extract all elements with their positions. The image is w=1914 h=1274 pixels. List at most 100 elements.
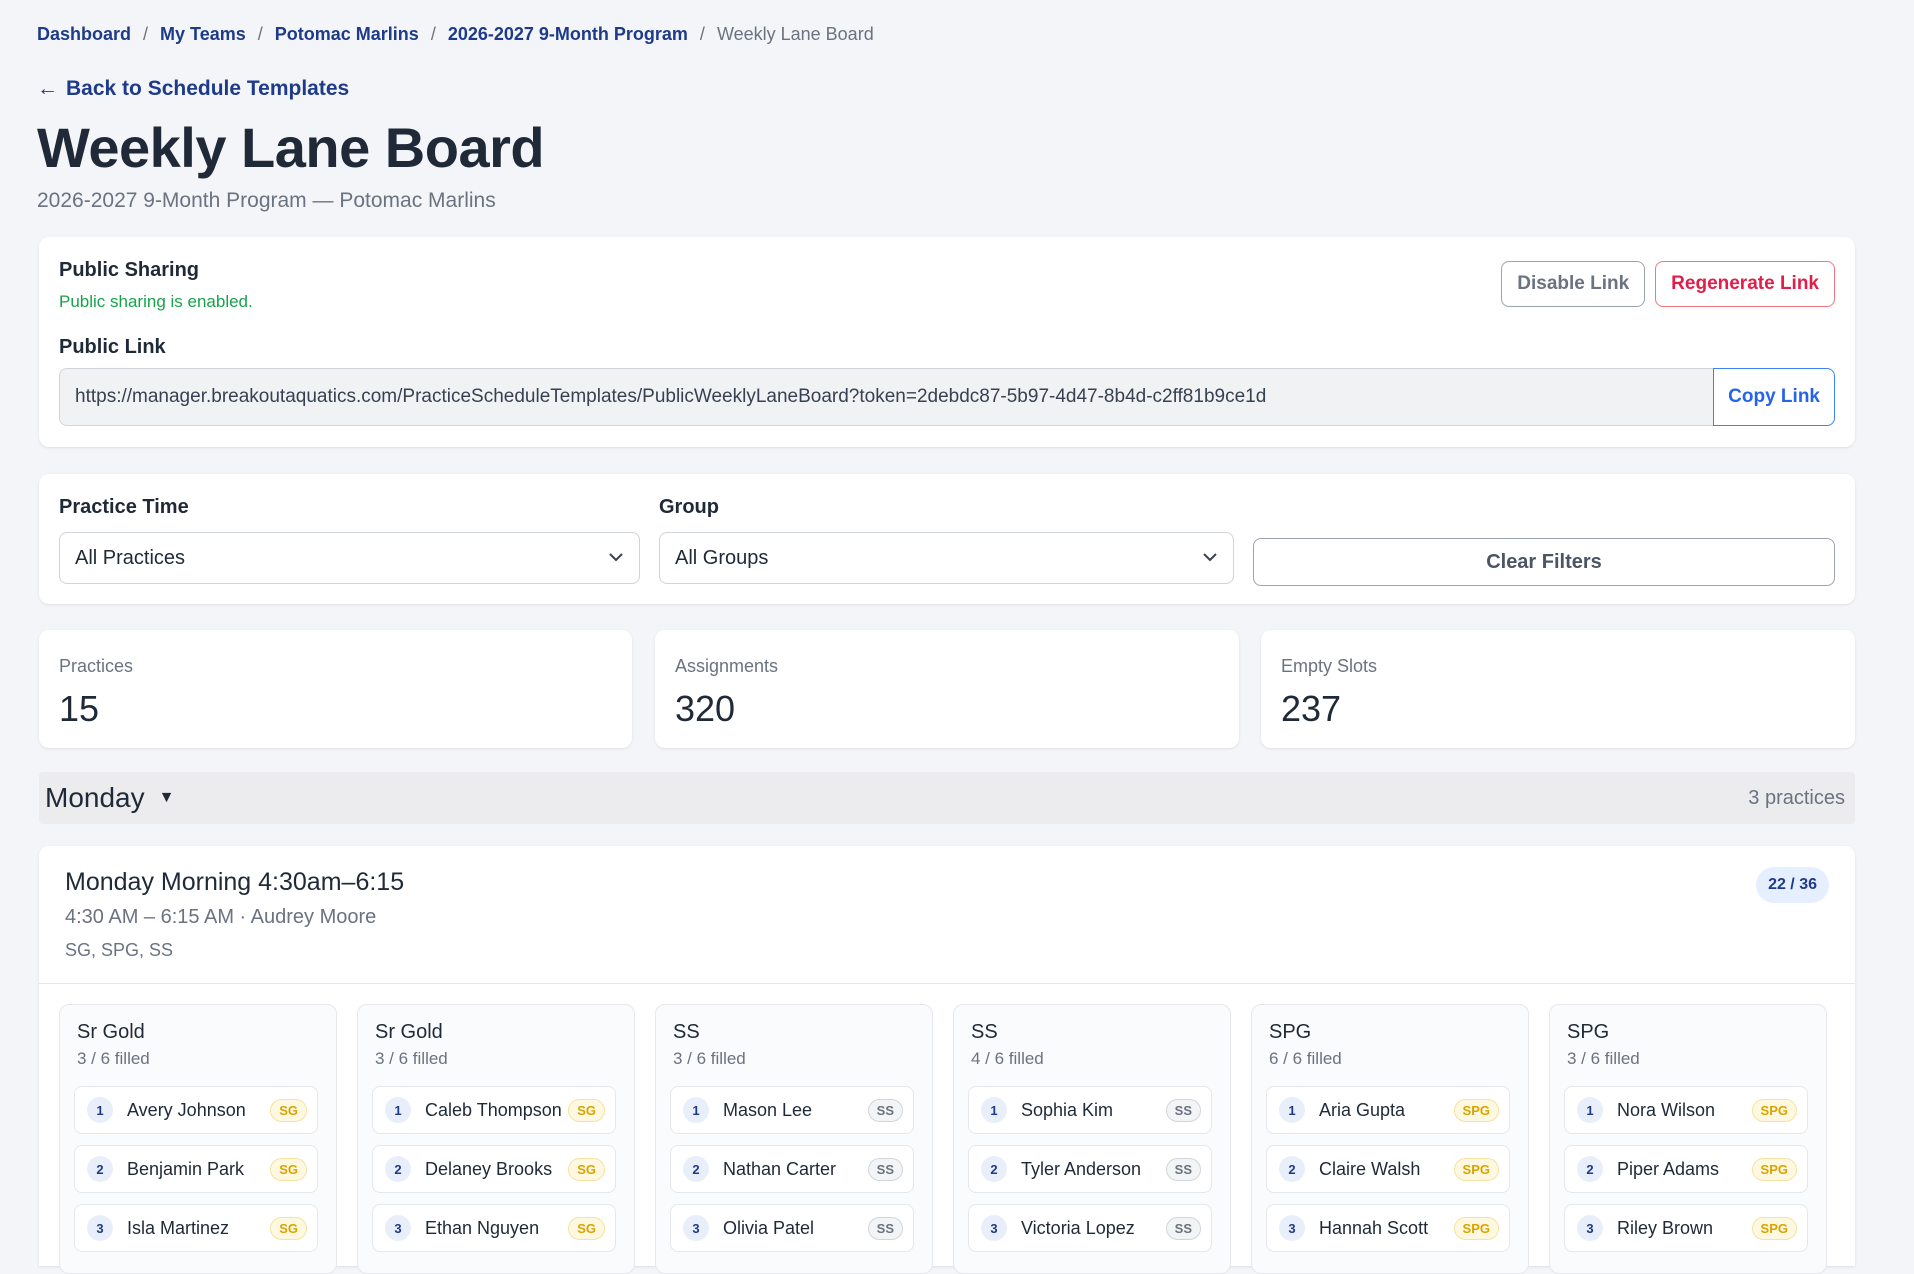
breadcrumb-program[interactable]: 2026-2027 9-Month Program xyxy=(448,24,688,45)
lane-name: Sr Gold xyxy=(375,1021,443,1043)
swimmer-position: 2 xyxy=(385,1156,411,1182)
swimmer-name: Avery Johnson xyxy=(127,1099,246,1120)
copy-link-button[interactable]: Copy Link xyxy=(1713,368,1835,426)
lanes-row: Sr Gold 3 / 6 filled 1 Avery Johnson SG 2 Benj… xyxy=(59,1004,1827,1274)
swimmer-row[interactable]: 1 Sophia Kim SS xyxy=(968,1086,1212,1134)
stat-card-empty-slots: Empty Slots 237 xyxy=(1261,630,1855,748)
swimmer-position: 2 xyxy=(1279,1156,1305,1182)
group-badge: SS xyxy=(867,1098,903,1122)
practice-time-value: All Practices xyxy=(75,546,186,569)
swimmer-name: Sophia Kim xyxy=(1021,1099,1114,1120)
swimmer-row[interactable]: 1 Caleb Thompson SG xyxy=(372,1086,616,1134)
swimmer-row[interactable]: 2 Claire Walsh SPG xyxy=(1266,1145,1510,1193)
swimmer-row[interactable]: 1 Mason Lee SS xyxy=(670,1086,914,1134)
divider xyxy=(39,983,1855,984)
swimmer-name: Claire Walsh xyxy=(1319,1158,1421,1179)
swimmer-name: Isla Martinez xyxy=(127,1217,230,1238)
day-toggle[interactable]: Monday ▼ xyxy=(45,782,174,814)
swimmer-row[interactable]: 3 Olivia Patel SS xyxy=(670,1204,914,1252)
back-to-schedule-templates-link[interactable]: ← Back to Schedule Templates xyxy=(37,77,349,101)
swimmer-row[interactable]: 1 Aria Gupta SPG xyxy=(1266,1086,1510,1134)
stat-value: 237 xyxy=(1281,688,1342,729)
swimmer-name: Nathan Carter xyxy=(723,1158,837,1179)
group-badge: SPG xyxy=(1751,1157,1797,1181)
regenerate-link-button[interactable]: Regenerate Link xyxy=(1655,261,1835,307)
group-badge: SS xyxy=(1165,1157,1201,1181)
group-badge: SS xyxy=(1165,1216,1201,1240)
page-subtitle: 2026-2027 9-Month Program — Potomac Marl… xyxy=(37,189,496,212)
swimmer-row[interactable]: 3 Hannah Scott SPG xyxy=(1266,1204,1510,1252)
lane-card: Sr Gold 3 / 6 filled 1 Caleb Thompson SG 2 Del… xyxy=(357,1004,635,1274)
swimmer-list: 1 Mason Lee SS 2 Nathan Carter SS 3 Olivia Pate… xyxy=(670,1086,914,1263)
lane-name: Sr Gold xyxy=(77,1021,145,1043)
lane-card: SPG 3 / 6 filled 1 Nora Wilson SPG 2 Piper Ada… xyxy=(1549,1004,1827,1274)
swimmer-row[interactable]: 2 Nathan Carter SS xyxy=(670,1145,914,1193)
clear-filters-button[interactable]: Clear Filters xyxy=(1253,538,1835,586)
group-badge: SPG xyxy=(1453,1216,1499,1240)
swimmer-name: Piper Adams xyxy=(1617,1158,1720,1179)
public-sharing-card: Public Sharing Public sharing is enabled… xyxy=(39,237,1855,447)
back-link-label: Back to Schedule Templates xyxy=(66,77,350,100)
practice-fill-badge: 22 / 36 xyxy=(1756,867,1829,903)
public-link-input[interactable] xyxy=(59,368,1714,426)
lane-filled-count: 3 / 6 filled xyxy=(375,1049,448,1068)
practice-time-label: Practice Time xyxy=(59,496,189,518)
public-link-label: Public Link xyxy=(59,336,166,358)
swimmer-row[interactable]: 1 Nora Wilson SPG xyxy=(1564,1086,1808,1134)
breadcrumb-separator: / xyxy=(257,24,263,44)
group-badge: SG xyxy=(270,1157,307,1181)
chevron-down-icon xyxy=(1202,549,1218,567)
page-title: Weekly Lane Board xyxy=(37,116,545,179)
swimmer-list: 1 Aria Gupta SPG 2 Claire Walsh SPG 3 Hannah Sc… xyxy=(1266,1086,1510,1263)
swimmer-position: 2 xyxy=(1577,1156,1603,1182)
swimmer-row[interactable]: 3 Victoria Lopez SS xyxy=(968,1204,1212,1252)
swimmer-name: Tyler Anderson xyxy=(1021,1158,1142,1179)
swimmer-row[interactable]: 2 Tyler Anderson SS xyxy=(968,1145,1212,1193)
swimmer-position: 2 xyxy=(87,1156,113,1182)
swimmer-name: Nora Wilson xyxy=(1617,1099,1716,1120)
swimmer-position: 3 xyxy=(87,1215,113,1241)
breadcrumb-team[interactable]: Potomac Marlins xyxy=(275,24,419,45)
page: Dashboard / My Teams / Potomac Marlins /… xyxy=(0,0,1914,1274)
practice-time-select[interactable]: All Practices xyxy=(59,532,640,584)
breadcrumb: Dashboard / My Teams / Potomac Marlins /… xyxy=(37,24,874,45)
swimmer-position: 3 xyxy=(385,1215,411,1241)
stat-label: Practices xyxy=(59,656,134,676)
lane-name: SPG xyxy=(1567,1021,1610,1043)
swimmer-row[interactable]: 3 Riley Brown SPG xyxy=(1564,1204,1808,1252)
public-sharing-status: Public sharing is enabled. xyxy=(59,292,253,311)
lane-name: SS xyxy=(673,1021,700,1043)
group-badge: SG xyxy=(568,1157,605,1181)
swimmer-name: Aria Gupta xyxy=(1319,1099,1406,1120)
swimmer-name: Ethan Nguyen xyxy=(425,1217,540,1238)
lane-card: Sr Gold 3 / 6 filled 1 Avery Johnson SG 2 Benj… xyxy=(59,1004,337,1274)
swimmer-name: Victoria Lopez xyxy=(1021,1217,1135,1238)
breadcrumb-dashboard[interactable]: Dashboard xyxy=(37,24,131,45)
breadcrumb-my-teams[interactable]: My Teams xyxy=(160,24,246,45)
swimmer-row[interactable]: 2 Benjamin Park SG xyxy=(74,1145,318,1193)
swimmer-position: 1 xyxy=(981,1097,1007,1123)
breadcrumb-current: Weekly Lane Board xyxy=(716,24,874,44)
swimmer-row[interactable]: 3 Ethan Nguyen SG xyxy=(372,1204,616,1252)
swimmer-row[interactable]: 1 Avery Johnson SG xyxy=(74,1086,318,1134)
swimmer-position: 2 xyxy=(683,1156,709,1182)
swimmer-name: Olivia Patel xyxy=(723,1217,815,1238)
public-link-row: Copy Link xyxy=(59,368,1835,428)
swimmer-position: 1 xyxy=(1577,1097,1603,1123)
group-badge: SG xyxy=(568,1098,605,1122)
group-badge: SG xyxy=(270,1098,307,1122)
filters-card: Practice Time All Practices Group All Gr… xyxy=(39,474,1855,604)
lane-name: SS xyxy=(971,1021,998,1043)
lane-filled-count: 3 / 6 filled xyxy=(77,1049,150,1068)
group-badge: SPG xyxy=(1453,1157,1499,1181)
disable-link-button[interactable]: Disable Link xyxy=(1501,261,1646,307)
group-badge: SS xyxy=(867,1157,903,1181)
group-select[interactable]: All Groups xyxy=(659,532,1234,584)
swimmer-row[interactable]: 3 Isla Martinez SG xyxy=(74,1204,318,1252)
swimmer-row[interactable]: 2 Piper Adams SPG xyxy=(1564,1145,1808,1193)
swimmer-name: Hannah Scott xyxy=(1319,1217,1429,1238)
swimmer-name: Delaney Brooks xyxy=(425,1158,553,1179)
swimmer-row[interactable]: 2 Delaney Brooks SG xyxy=(372,1145,616,1193)
practice-meta: 4:30 AM – 6:15 AM · Audrey Moore xyxy=(65,906,377,928)
chevron-down-icon xyxy=(608,549,624,567)
